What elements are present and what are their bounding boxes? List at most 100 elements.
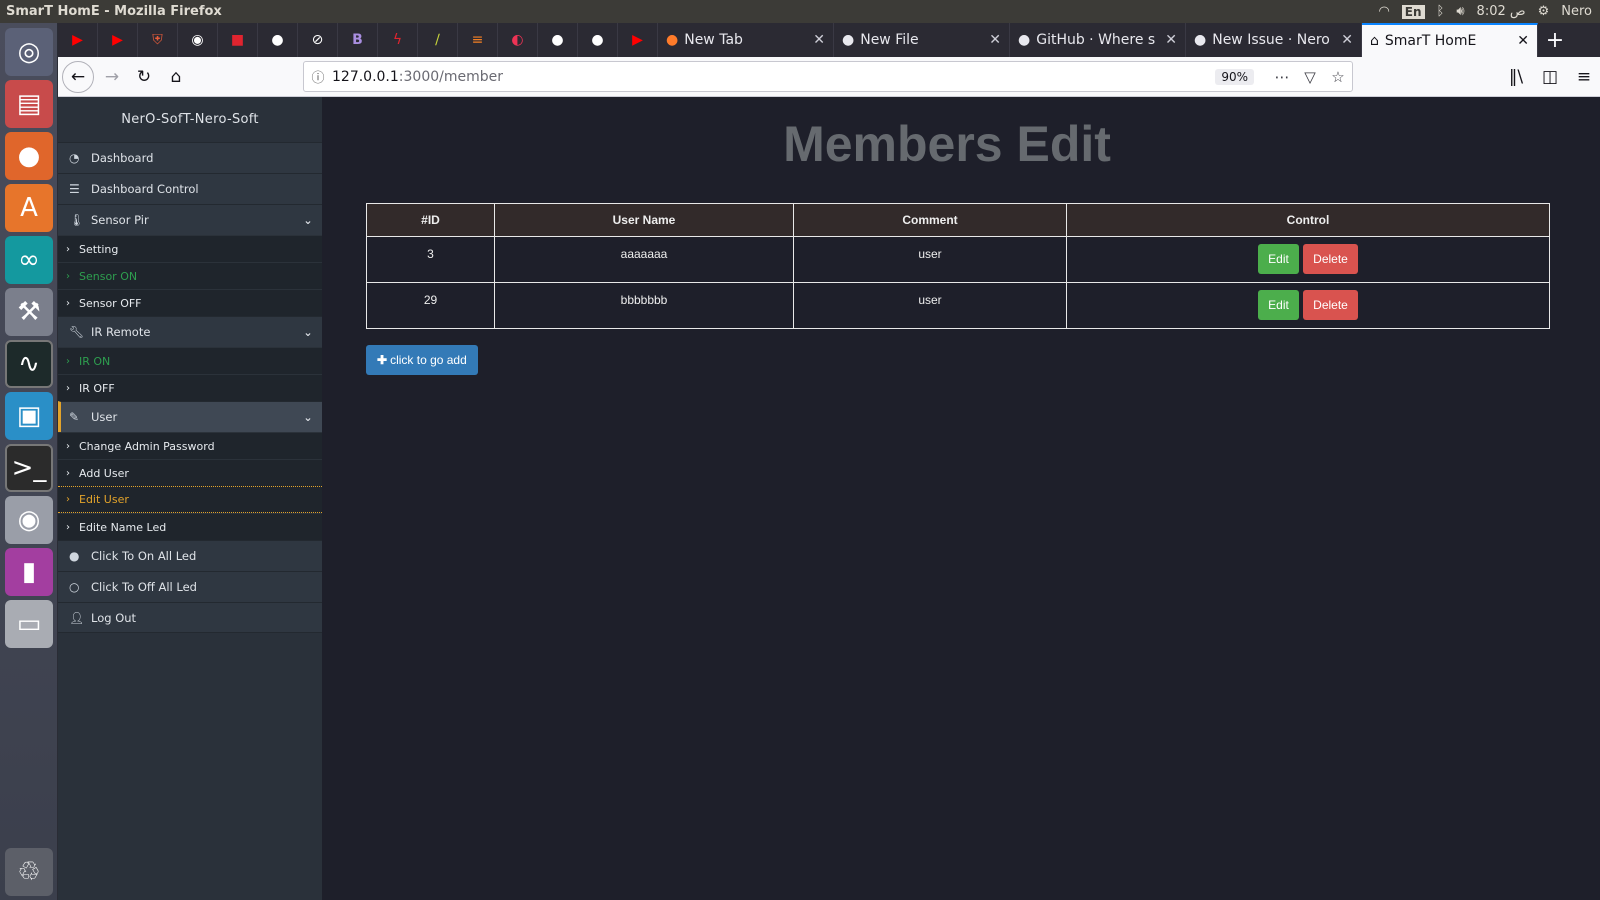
pinned-tab-github-1[interactable]: ● bbox=[258, 23, 298, 57]
pinned-tab-github-2[interactable]: ● bbox=[538, 23, 578, 57]
sidebar-item-label: Click To On All Led bbox=[91, 549, 197, 563]
tab-new-issue[interactable]: ● New Issue · Nero ✕ bbox=[1186, 23, 1362, 57]
trash-icon[interactable]: ♲ bbox=[5, 848, 53, 896]
back-button[interactable]: ← bbox=[62, 60, 94, 93]
system-monitor-icon[interactable]: ∿ bbox=[5, 340, 53, 388]
pinned-tab-bootstrap[interactable]: B bbox=[338, 23, 378, 57]
terminal-icon[interactable]: >_ bbox=[5, 444, 53, 492]
pinned-tab-youtube-audio[interactable]: ▶ bbox=[618, 23, 658, 57]
pinned-tab-camera[interactable]: ◉ bbox=[178, 23, 218, 57]
sidebar-icon: ◫ bbox=[1541, 67, 1559, 87]
reload-button[interactable]: ↻ bbox=[128, 61, 160, 93]
software-center-icon[interactable]: A bbox=[5, 184, 53, 232]
virtualbox-icon[interactable]: ▣ bbox=[5, 392, 53, 440]
page-actions-icon[interactable]: ⋯ bbox=[1268, 68, 1296, 86]
pinned-tab-github-3[interactable]: ● bbox=[578, 23, 618, 57]
edit-button[interactable]: Edit bbox=[1258, 290, 1299, 320]
delete-button[interactable]: Delete bbox=[1303, 244, 1358, 274]
compass-icon: ⊘ bbox=[311, 32, 324, 48]
pinned-tab-pen[interactable]: ∕ bbox=[418, 23, 458, 57]
tab-github[interactable]: ● GitHub · Where s ✕ bbox=[1010, 23, 1186, 57]
ubuntu-logo-icon[interactable]: ◎ bbox=[5, 28, 53, 76]
youtube-icon: ▶ bbox=[72, 32, 83, 48]
pinned-tab-chrome[interactable]: ◐ bbox=[498, 23, 538, 57]
sidebar-item-all-led-off[interactable]: ○ Click To Off All Led bbox=[58, 571, 322, 602]
pocket-icon[interactable]: ▽ bbox=[1296, 68, 1324, 86]
sidebar-subitem-change-admin-password[interactable]: › Change Admin Password bbox=[58, 432, 322, 459]
volume-icon[interactable]: 🔊︎ bbox=[1456, 4, 1464, 19]
url-bar[interactable]: ⓘ 127.0.0.1:3000/member 90% ⋯ ▽ ☆ bbox=[303, 61, 1353, 92]
sidebar-subitem-edit-user[interactable]: › Edit User bbox=[58, 486, 322, 513]
brand-title[interactable]: NerO-SofT-Nero-Soft bbox=[58, 97, 322, 142]
sidebar-item-sensor-pir[interactable]: 🌡︎ Sensor Pir ⌄ bbox=[58, 204, 322, 235]
clock[interactable]: 8:02 ص bbox=[1477, 4, 1526, 19]
close-tab-icon[interactable]: ✕ bbox=[1517, 33, 1529, 49]
forward-button[interactable]: → bbox=[96, 61, 128, 93]
pinned-tab-compass[interactable]: ⊘ bbox=[298, 23, 338, 57]
sidebar-item-user[interactable]: ✎ User ⌄ bbox=[58, 401, 322, 432]
camera-icon[interactable]: ◉ bbox=[5, 496, 53, 544]
chevron-right-icon: › bbox=[66, 270, 70, 282]
info-icon[interactable]: ⓘ bbox=[304, 67, 332, 86]
user-times-icon: 👤︎ bbox=[69, 610, 85, 625]
page-title: Members Edit bbox=[783, 116, 1111, 172]
sidebar-subitem-setting[interactable]: › Setting bbox=[58, 235, 322, 262]
pinned-tab-red[interactable]: ■ bbox=[218, 23, 258, 57]
screen-recorder-icon[interactable]: ▮ bbox=[5, 548, 53, 596]
pinned-tab-stackoverflow[interactable]: ≡ bbox=[458, 23, 498, 57]
sidebar-subitem-edite-name-led[interactable]: › Edite Name Led bbox=[58, 513, 322, 540]
aperture-icon: ◉ bbox=[191, 32, 204, 48]
sidebar-subitem-sensor-on[interactable]: › Sensor ON bbox=[58, 262, 322, 289]
close-tab-icon[interactable]: ✕ bbox=[1341, 32, 1353, 48]
user-name[interactable]: Nero bbox=[1561, 4, 1592, 19]
wifi-icon[interactable]: ◠ bbox=[1378, 4, 1389, 19]
sidebar-item-dashboard[interactable]: ◔ Dashboard bbox=[58, 142, 322, 173]
tab-smart-home[interactable]: ⌂ SmarT HomE ✕ bbox=[1362, 23, 1538, 57]
home-icon: ⌂ bbox=[1370, 33, 1379, 49]
sidebar-item-dashboard-control[interactable]: ☰ Dashboard Control bbox=[58, 173, 322, 204]
edit-button[interactable]: Edit bbox=[1258, 244, 1299, 274]
browser-nav-bar: ← → ↻ ⌂ ⓘ 127.0.0.1:3000/member 90% ⋯ ▽ … bbox=[58, 57, 1600, 97]
pinned-tab-youtube-muted[interactable]: ▶ bbox=[58, 23, 98, 57]
sidebar-subitem-sensor-off[interactable]: › Sensor OFF bbox=[58, 289, 322, 316]
firefox-icon[interactable]: ● bbox=[5, 132, 53, 180]
files-icon[interactable]: ▤ bbox=[5, 80, 53, 128]
sidebar-toggle-button[interactable]: ◫ bbox=[1534, 61, 1566, 93]
home-button[interactable]: ⌂ bbox=[160, 61, 192, 93]
system-tray: ◠ En ᛒ 🔊︎ 8:02 ص ⚙ Nero bbox=[1378, 4, 1600, 19]
chevron-right-icon: › bbox=[66, 467, 70, 479]
disk-drive-icon[interactable]: ▭ bbox=[5, 600, 53, 648]
table-row: 29 bbbbbbb user Edit Delete bbox=[366, 282, 1550, 329]
sidebar-subitem-add-user[interactable]: › Add User bbox=[58, 459, 322, 486]
sidebar-item-all-led-on[interactable]: ● Click To On All Led bbox=[58, 540, 322, 571]
delete-button[interactable]: Delete bbox=[1303, 290, 1358, 320]
pinned-tab-youtube[interactable]: ▶ bbox=[98, 23, 138, 57]
arduino-icon[interactable]: ∞ bbox=[5, 236, 53, 284]
pinned-tab-bolt[interactable]: ϟ bbox=[378, 23, 418, 57]
column-header-username: User Name bbox=[494, 203, 794, 237]
tab-new-file[interactable]: ● New File ✕ bbox=[834, 23, 1010, 57]
close-tab-icon[interactable]: ✕ bbox=[1165, 32, 1177, 48]
tab-label: New Issue · Nero bbox=[1212, 32, 1330, 48]
close-tab-icon[interactable]: ✕ bbox=[813, 32, 825, 48]
settings-tools-icon[interactable]: ⚒ bbox=[5, 288, 53, 336]
library-button[interactable]: ‖\ bbox=[1500, 61, 1532, 93]
sidebar-item-log-out[interactable]: 👤︎ Log Out bbox=[58, 602, 322, 633]
bookmark-star-icon[interactable]: ☆ bbox=[1324, 68, 1352, 86]
close-tab-icon[interactable]: ✕ bbox=[989, 32, 1001, 48]
sidebar-subitem-ir-off[interactable]: › IR OFF bbox=[58, 374, 322, 401]
pinned-tab-shield[interactable]: ⛨ bbox=[138, 23, 178, 57]
menu-button[interactable]: ≡ bbox=[1568, 61, 1600, 93]
keyboard-layout-indicator[interactable]: En bbox=[1401, 4, 1425, 19]
add-user-button[interactable]: ✚ click to go add bbox=[366, 345, 478, 375]
sidebar-item-ir-remote[interactable]: 🔧︎ IR Remote ⌄ bbox=[58, 316, 322, 347]
new-tab-button[interactable]: + bbox=[1538, 23, 1572, 57]
bluetooth-icon[interactable]: ᛒ bbox=[1437, 4, 1445, 19]
sidebar-subitem-ir-on[interactable]: › IR ON bbox=[58, 347, 322, 374]
chevron-down-icon: ⌄ bbox=[303, 325, 313, 339]
url-path: :3000/member bbox=[398, 68, 504, 85]
zoom-level[interactable]: 90% bbox=[1215, 68, 1254, 85]
plus-icon: + bbox=[1545, 27, 1565, 53]
power-gear-icon[interactable]: ⚙ bbox=[1538, 4, 1550, 19]
tab-new-tab[interactable]: ● New Tab ✕ bbox=[658, 23, 834, 57]
